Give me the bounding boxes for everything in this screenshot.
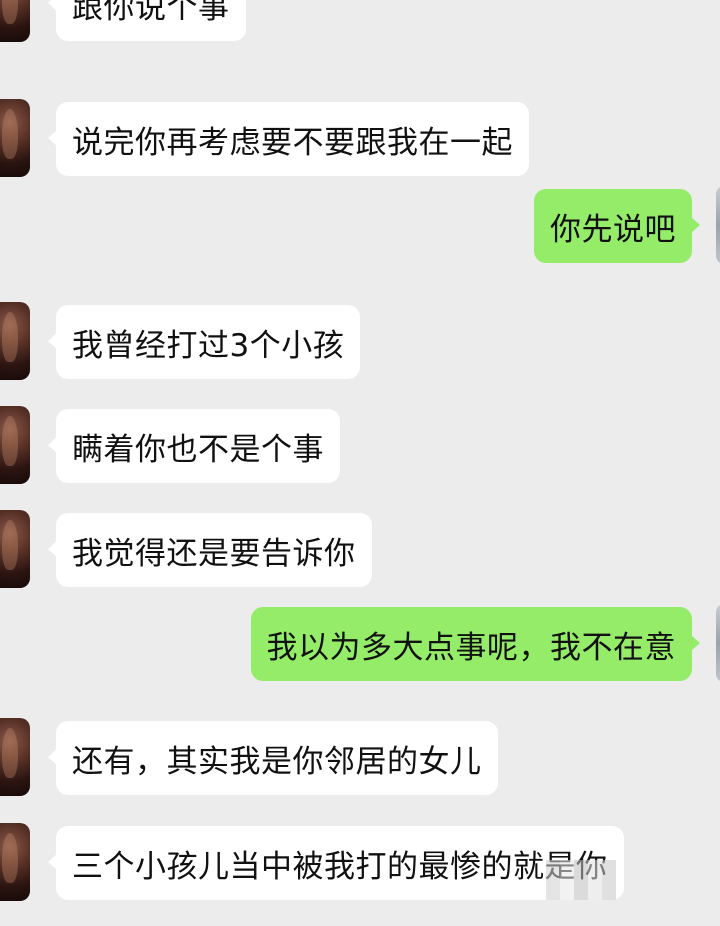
contact-avatar[interactable] (0, 718, 30, 796)
message-text: 瞒着你也不是个事 (72, 431, 324, 468)
contact-avatar[interactable] (0, 0, 30, 42)
message-row: 跟你说个事 (0, 0, 720, 44)
message-row: 你先说吧 (0, 182, 720, 266)
message-text: 你先说吧 (550, 211, 676, 248)
message-row: 还有，其实我是你邻居的女儿 (0, 714, 720, 798)
message-row: 说完你再考虑要不要跟我在一起 (0, 95, 720, 179)
contact-avatar[interactable] (0, 302, 30, 380)
incoming-message-bubble[interactable]: 还有，其实我是你邻居的女儿 (48, 721, 498, 795)
message-text: 说完你再考虑要不要跟我在一起 (72, 124, 513, 161)
contact-avatar[interactable] (0, 406, 30, 484)
incoming-message-bubble[interactable]: 我觉得还是要告诉你 (48, 513, 372, 587)
message-text: 我曾经打过3个小孩 (72, 327, 345, 364)
contact-avatar[interactable] (0, 823, 30, 901)
outgoing-message-bubble[interactable]: 你先说吧 (534, 189, 700, 263)
chat-message-list: 跟你说个事 说完你再考虑要不要跟我在一起 你先说吧 我曾经打过3个小孩 瞒着你也… (0, 0, 720, 926)
incoming-message-bubble[interactable]: 跟你说个事 (48, 0, 246, 41)
my-avatar[interactable] (716, 604, 720, 682)
incoming-message-bubble[interactable]: 瞒着你也不是个事 (48, 409, 340, 483)
message-text: 三个小孩儿当中被我打的最惨的就是你 (72, 848, 608, 885)
message-row: 我曾经打过3个小孩 (0, 298, 720, 382)
message-row: 我觉得还是要告诉你 (0, 506, 720, 590)
message-text: 我觉得还是要告诉你 (72, 535, 356, 572)
watermark-blur (546, 860, 616, 900)
message-row: 我以为多大点事呢，我不在意 (0, 600, 720, 684)
incoming-message-bubble[interactable]: 说完你再考虑要不要跟我在一起 (48, 102, 529, 176)
message-text: 跟你说个事 (72, 0, 230, 26)
outgoing-message-bubble[interactable]: 我以为多大点事呢，我不在意 (250, 607, 700, 681)
incoming-message-bubble[interactable]: 我曾经打过3个小孩 (47, 305, 361, 379)
contact-avatar[interactable] (0, 510, 30, 588)
contact-avatar[interactable] (0, 99, 30, 177)
message-row: 瞒着你也不是个事 (0, 402, 720, 486)
incoming-message-bubble[interactable]: 三个小孩儿当中被我打的最惨的就是你 (48, 826, 624, 900)
message-text: 我以为多大点事呢，我不在意 (266, 629, 676, 666)
message-text: 还有，其实我是你邻居的女儿 (72, 743, 482, 780)
my-avatar[interactable] (716, 186, 720, 264)
